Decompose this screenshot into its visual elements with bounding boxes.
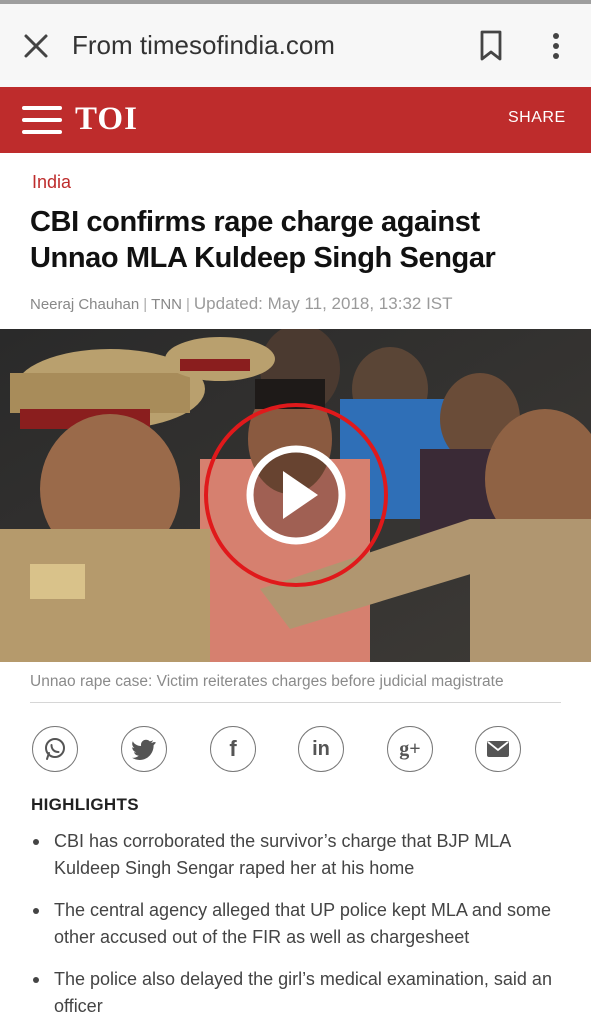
browser-toolbar: From timesofindia.com (0, 4, 591, 87)
article-headline: CBI confirms rape charge against Unnao M… (30, 206, 496, 274)
highlight-text: The police also delayed the girl’s medic… (54, 969, 552, 1016)
highlights-list: CBI has corroborated the survivor’s char… (31, 828, 561, 1024)
highlight-text: CBI has corroborated the survivor’s char… (54, 831, 511, 878)
highlight-text: The central agency alleged that UP polic… (54, 900, 551, 947)
video-caption: Unnao rape case: Victim reiterates charg… (30, 673, 504, 690)
email-icon[interactable] (475, 726, 521, 772)
kebab-menu-icon[interactable] (544, 28, 568, 64)
byline: Neeraj Chauhan | TNN | Updated: May 11, 2018… (30, 294, 453, 314)
close-icon[interactable] (20, 30, 52, 62)
video-player[interactable] (0, 329, 591, 662)
list-item: The central agency alleged that UP polic… (31, 897, 561, 951)
updated-timestamp: Updated: May 11, 2018, 13:32 IST (193, 294, 453, 313)
bullet-icon (33, 839, 39, 845)
byline-separator: | (185, 296, 190, 313)
bullet-icon (33, 908, 39, 914)
share-button[interactable]: SHARE (508, 109, 566, 127)
google-plus-icon[interactable]: g+ (387, 726, 433, 772)
list-item: CBI has corroborated the survivor’s char… (31, 828, 561, 882)
site-header: TOI SHARE (0, 87, 591, 153)
whatsapp-icon[interactable] (32, 726, 78, 772)
byline-separator: | (143, 296, 148, 313)
social-share-bar: f in g+ (32, 726, 532, 774)
linkedin-icon[interactable]: in (298, 726, 344, 772)
list-item: The police also delayed the girl’s medic… (31, 966, 561, 1020)
agency-name: TNN (151, 296, 182, 313)
highlights-title: HIGHLIGHTS (31, 795, 139, 814)
browser-url-title: From timesofindia.com (72, 30, 335, 60)
author-name[interactable]: Neeraj Chauhan (30, 296, 139, 313)
bookmark-icon[interactable] (476, 28, 506, 64)
facebook-icon[interactable]: f (210, 726, 256, 772)
site-logo[interactable]: TOI (75, 101, 138, 138)
bullet-icon (33, 977, 39, 983)
divider (30, 702, 561, 703)
hamburger-menu-icon[interactable] (22, 103, 62, 137)
play-icon[interactable] (250, 449, 342, 541)
twitter-icon[interactable] (121, 726, 167, 772)
section-link[interactable]: India (32, 172, 71, 193)
